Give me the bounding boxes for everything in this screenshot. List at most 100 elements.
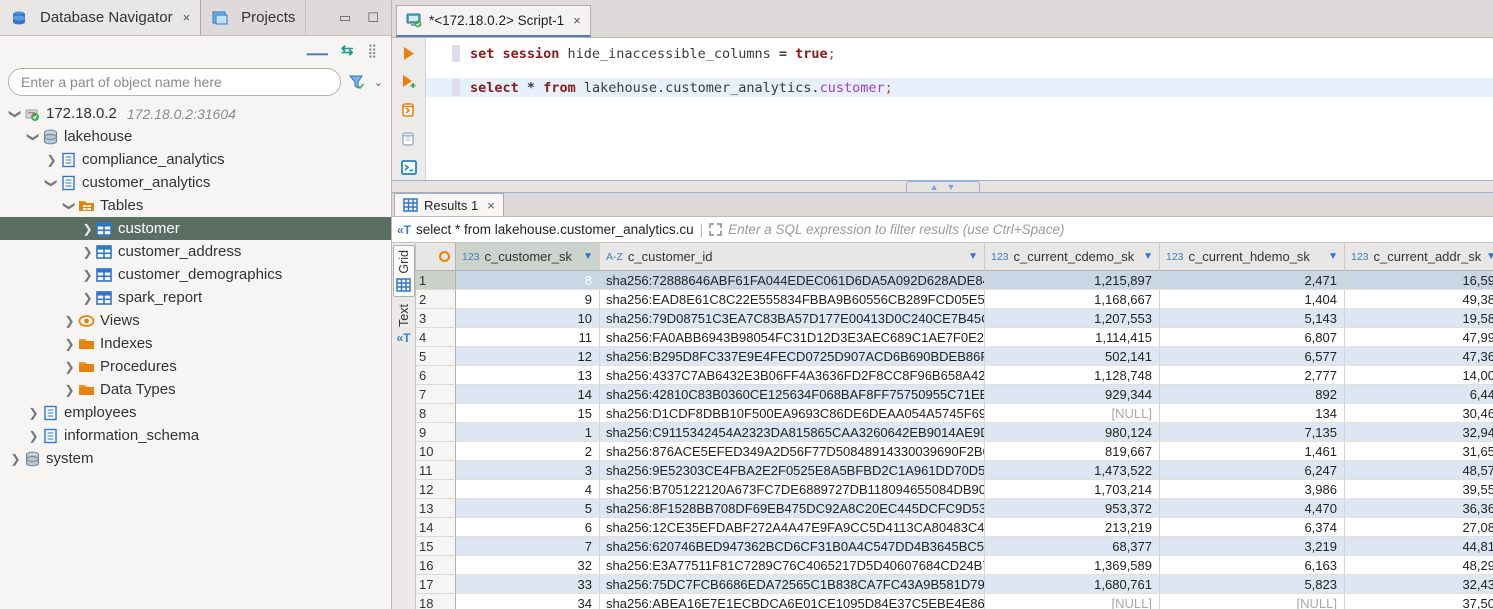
link-with-editor-icon[interactable]: ⇆ [341,43,354,58]
grid-cell[interactable]: [NULL] [985,594,1160,609]
grid-cell[interactable]: 6,247 [1160,461,1345,480]
sql-editor[interactable]: set session hide_inaccessible_columns = … [392,38,1493,180]
object-search-input[interactable] [8,68,341,96]
table-row[interactable]: 714sha256:42810C83B0360CE125634F068BAF8F… [416,385,1493,404]
grid-cell[interactable]: sha256:EAD8E61C8C22E555834FBBA9B60556CB2… [600,290,985,309]
side-tab-grid[interactable]: Grid [393,245,415,297]
expand-chevron-icon[interactable]: ❯ [80,245,95,259]
tree-item-system[interactable]: ❯system [0,447,391,470]
grid-cell[interactable]: 8 [456,271,600,290]
grid-cell[interactable]: 6,163 [1160,556,1345,575]
grid-cell[interactable]: 68,377 [985,537,1160,556]
grid-cell[interactable]: sha256:FA0ABB6943B98054FC31D12D3E3AEC689… [600,328,985,347]
grid-cell[interactable]: 49,38 [1345,290,1493,309]
grid-cell[interactable]: 892 [1160,385,1345,404]
grid-cell[interactable]: 6,807 [1160,328,1345,347]
row-number[interactable]: 7 [416,385,456,404]
sort-dropdown-icon[interactable]: ▼ [968,251,978,262]
grid-cell[interactable]: sha256:79D08751C3EA7C83BA57D177E00413D0C… [600,309,985,328]
table-row[interactable]: 91sha256:C9115342454A2323DA815865CAA3260… [416,423,1493,442]
code-area[interactable]: set session hide_inaccessible_columns = … [426,38,1493,180]
grid-cell[interactable]: 6,577 [1160,347,1345,366]
grid-cell[interactable]: 15 [456,404,600,423]
execute-new-tab-icon[interactable] [401,74,417,89]
grid-cell[interactable]: 34 [456,594,600,609]
maximize-icon[interactable]: ☐ [367,10,379,26]
grid-cell[interactable]: 980,124 [985,423,1160,442]
table-row[interactable]: 157sha256:620746BED947362BCD6CF31B0A4C54… [416,537,1493,556]
sort-dropdown-icon[interactable]: ▼ [1143,251,1153,262]
grid-cell[interactable]: 1,404 [1160,290,1345,309]
grid-cell[interactable]: 929,344 [985,385,1160,404]
tab-sql-script[interactable]: *<172.18.0.2> Script-1 × [396,5,591,37]
grid-cell[interactable]: 48,29 [1345,556,1493,575]
grid-cell[interactable]: sha256:E3A77511F81C7289C76C4065217D5D406… [600,556,985,575]
table-row[interactable]: 29sha256:EAD8E61C8C22E555834FBBA9B60556C… [416,290,1493,309]
grid-cell[interactable]: 31,65 [1345,442,1493,461]
tree-item-views[interactable]: ❯Views [0,309,391,332]
grid-cell[interactable]: 5 [456,499,600,518]
tree-item-compliance-analytics[interactable]: ❯compliance_analytics [0,148,391,171]
tree-item-indexes[interactable]: ❯Indexes [0,332,391,355]
expand-chevron-icon[interactable]: ❯ [62,360,77,374]
table-row[interactable]: 512sha256:B295D8FC337E9E4FECD0725D907ACD… [416,347,1493,366]
grid-cell[interactable]: 30,46 [1345,404,1493,423]
tree-item-customer[interactable]: ❯customer [0,217,391,240]
collapse-all-icon[interactable]: ⚊⚊ [306,43,327,57]
grid-cell[interactable]: 32,94 [1345,423,1493,442]
close-icon[interactable]: × [183,10,191,25]
row-number[interactable]: 11 [416,461,456,480]
grid-cell[interactable]: 48,57 [1345,461,1493,480]
grid-cell[interactable]: 10 [456,309,600,328]
tree-item-data-types[interactable]: ❯Data Types [0,378,391,401]
grid-cell[interactable]: 33 [456,575,600,594]
grid-cell[interactable]: 32 [456,556,600,575]
row-number[interactable]: 3 [416,309,456,328]
row-number[interactable]: 4 [416,328,456,347]
filter-expression-input[interactable]: Enter a SQL expression to filter results… [728,222,1064,237]
grid-cell[interactable]: 953,372 [985,499,1160,518]
grid-cell[interactable]: 1,215,897 [985,271,1160,290]
grid-cell[interactable]: [NULL] [985,404,1160,423]
row-number[interactable]: 9 [416,423,456,442]
column-header-c_customer_sk[interactable]: 123c_customer_sk▼ [456,243,600,271]
row-number[interactable]: 12 [416,480,456,499]
tree-item-tables[interactable]: ❯Tables [0,194,391,217]
table-row[interactable]: 135sha256:8F1528BB708DF69EB475DC92A8C20E… [416,499,1493,518]
row-number[interactable]: 14 [416,518,456,537]
tree-item-customer-address[interactable]: ❯customer_address [0,240,391,263]
row-number[interactable]: 13 [416,499,456,518]
grid-cell[interactable]: sha256:C9115342454A2323DA815865CAA326064… [600,423,985,442]
tree-item-spark-report[interactable]: ❯spark_report [0,286,391,309]
grid-cell[interactable]: sha256:B705122120A673FC7DE6889727DB11809… [600,480,985,499]
minimize-icon[interactable]: ▭ [339,10,351,26]
column-header-c_current_cdemo_sk[interactable]: 123c_current_cdemo_sk▼ [985,243,1160,271]
table-row[interactable]: 411sha256:FA0ABB6943B98054FC31D12D3E3AEC… [416,328,1493,347]
code-line[interactable]: select * from lakehouse.customer_analyti… [426,78,1493,97]
side-tab-text[interactable]: Text «T [393,300,415,349]
sort-dropdown-icon[interactable]: ▼ [1486,251,1493,262]
grid-cell[interactable]: sha256:4337C7AB6432E3B06FF4A3636FD2F8CC8… [600,366,985,385]
row-number[interactable]: 6 [416,366,456,385]
expand-chevron-icon[interactable]: ❯ [80,291,95,305]
close-icon[interactable]: × [487,198,495,213]
tree-item-172-18-0-2[interactable]: ❯172.18.0.2172.18.0.2:31604 [0,102,391,125]
grid-cell[interactable]: sha256:9E52303CE4FBA2E2F0525E8A5BFBD2C1A… [600,461,985,480]
row-number[interactable]: 5 [416,347,456,366]
grid-cell[interactable]: 134 [1160,404,1345,423]
grid-cell[interactable]: 19,58 [1345,309,1493,328]
sort-dropdown-icon[interactable]: ▼ [1328,251,1338,262]
execute-statement-icon[interactable] [402,46,416,61]
grid-cell[interactable]: 6,44 [1345,385,1493,404]
grid-cell[interactable]: sha256:D1CDF8DBB10F500EA9693C86DE6DEAA05… [600,404,985,423]
table-row[interactable]: 113sha256:9E52303CE4FBA2E2F0525E8A5BFBD2… [416,461,1493,480]
splitter-grip[interactable]: ▲ ▼ [906,181,980,193]
grid-cell[interactable]: 1,128,748 [985,366,1160,385]
expand-chevron-icon[interactable]: ❯ [8,452,23,466]
grid-cell[interactable]: 1,369,589 [985,556,1160,575]
expand-chevron-icon[interactable]: ❯ [26,429,41,443]
tab-database-navigator[interactable]: Database Navigator × [0,0,201,35]
grid-cell[interactable]: 36,36 [1345,499,1493,518]
grid-cell[interactable]: 3,219 [1160,537,1345,556]
grid-cell[interactable]: 9 [456,290,600,309]
